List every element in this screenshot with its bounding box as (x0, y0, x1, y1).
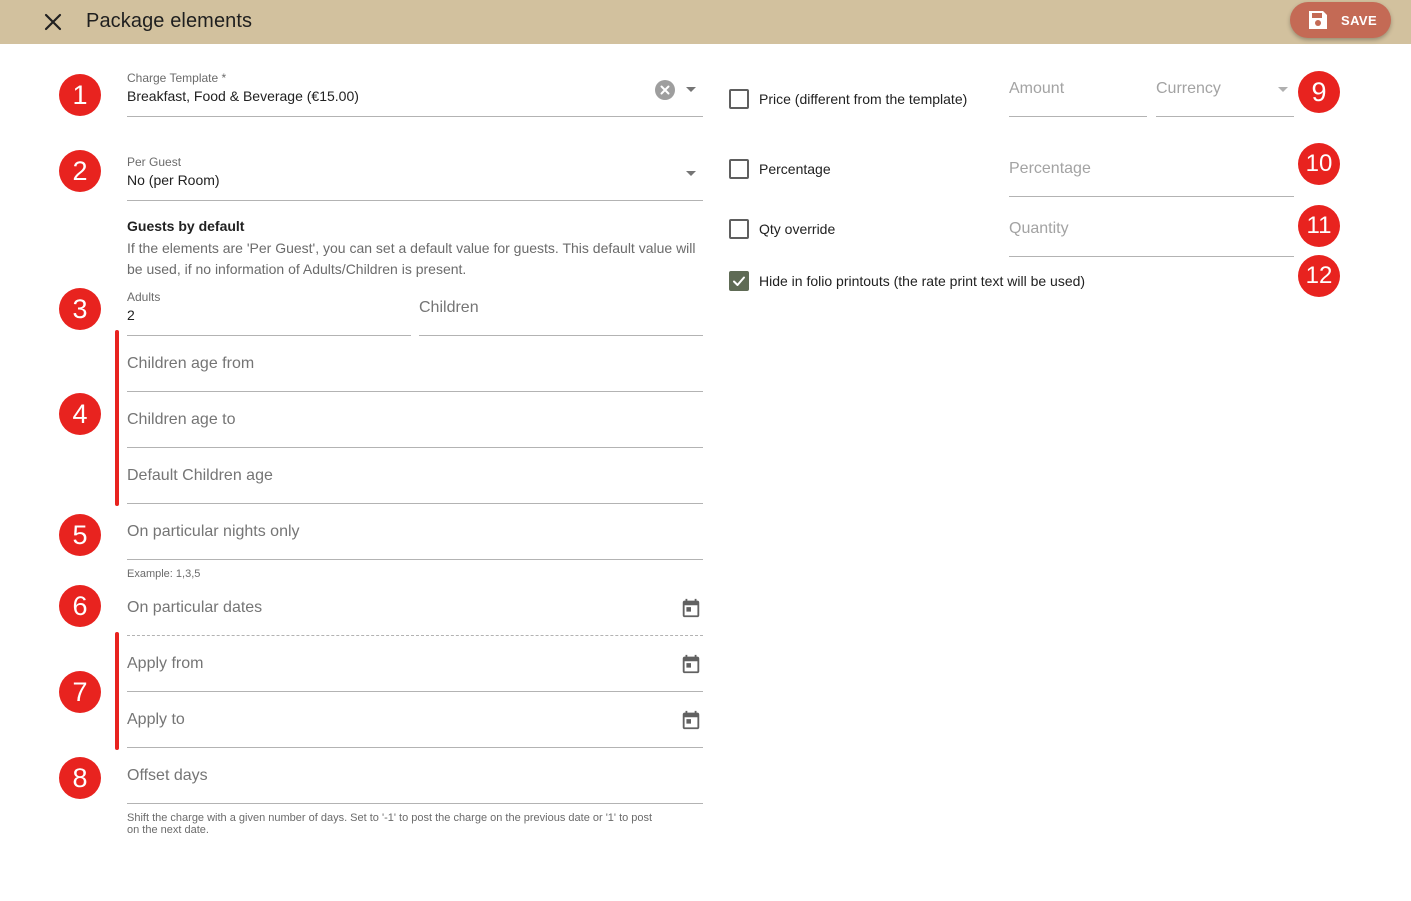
save-button-label: SAVE (1341, 13, 1378, 28)
adults-label: Adults (127, 290, 161, 304)
per-guest-label: Per Guest (127, 155, 182, 169)
marker-badge: 11 (1298, 205, 1340, 247)
qty-override-checkbox-label: Qty override (759, 221, 836, 237)
dropdown-arrow-icon[interactable] (1278, 87, 1288, 92)
marker-badge: 12 (1298, 255, 1340, 297)
currency-select[interactable]: Currency (1156, 68, 1294, 117)
marker-badge: 1 (59, 74, 101, 116)
particular-nights-input[interactable]: On particular nights only (127, 511, 703, 560)
group-bracket-line (115, 330, 119, 506)
offset-days-placeholder: Offset days (127, 767, 208, 784)
charge-template-label: Charge Template * (127, 71, 227, 85)
marker-badge: 8 (59, 757, 101, 799)
dropdown-arrow-icon[interactable] (686, 171, 696, 176)
marker-badge: 5 (59, 514, 101, 556)
calendar-icon[interactable] (680, 709, 702, 731)
guests-default-help-line: be used, if no information of Adults/Chi… (127, 261, 467, 277)
calendar-icon[interactable] (680, 597, 702, 619)
price-checkbox-label: Price (different from the template) (759, 91, 968, 107)
children-age-to-input[interactable]: Children age to (127, 399, 703, 448)
top-bar: Package elements SAVE (0, 0, 1411, 44)
per-guest-select[interactable]: Per Guest No (per Room) (127, 152, 703, 201)
qty-override-checkbox[interactable] (729, 219, 749, 239)
children-age-to-placeholder: Children age to (127, 411, 236, 428)
apply-from-input[interactable]: Apply from (127, 643, 703, 692)
quantity-input[interactable]: Quantity (1009, 208, 1294, 257)
percentage-placeholder: Percentage (1009, 160, 1091, 177)
particular-dates-input[interactable]: On particular dates (127, 587, 703, 636)
apply-to-placeholder: Apply to (127, 711, 185, 728)
price-checkbox[interactable] (729, 89, 749, 109)
default-children-age-input[interactable]: Default Children age (127, 455, 703, 504)
marker-badge: 6 (59, 585, 101, 627)
charge-template-select[interactable]: Charge Template * Breakfast, Food & Beve… (127, 68, 703, 117)
adults-input[interactable]: Adults 2 (127, 287, 411, 336)
group-bracket-line (115, 632, 119, 750)
percentage-checkbox[interactable] (729, 159, 749, 179)
amount-placeholder: Amount (1009, 80, 1065, 97)
offset-days-input[interactable]: Offset days (127, 755, 703, 804)
marker-badge: 10 (1298, 143, 1340, 185)
guests-default-help-line: If the elements are 'Per Guest', you can… (127, 240, 696, 256)
marker-badge: 2 (59, 150, 101, 192)
dropdown-arrow-icon[interactable] (686, 87, 696, 92)
check-icon (733, 276, 745, 286)
calendar-icon[interactable] (680, 653, 702, 675)
particular-nights-hint: Example: 1,3,5 (127, 568, 201, 580)
hide-folio-checkbox-label: Hide in folio printouts (the rate print … (759, 273, 1086, 289)
currency-placeholder: Currency (1156, 80, 1221, 97)
children-age-from-input[interactable]: Children age from (127, 343, 703, 392)
children-placeholder: Children (419, 299, 479, 316)
default-children-age-placeholder: Default Children age (127, 467, 273, 484)
apply-to-input[interactable]: Apply to (127, 699, 703, 748)
charge-template-value: Breakfast, Food & Beverage (€15.00) (127, 88, 359, 104)
amount-input[interactable]: Amount (1009, 68, 1147, 117)
guests-by-default-heading: Guests by default (127, 218, 245, 234)
marker-badge: 4 (59, 393, 101, 435)
clear-circle-icon[interactable] (655, 80, 675, 100)
marker-badge: 7 (59, 671, 101, 713)
children-input[interactable]: Children (419, 287, 703, 336)
quantity-placeholder: Quantity (1009, 220, 1069, 237)
offset-days-hint-line: on the next date. (127, 824, 209, 836)
marker-badge: 3 (59, 288, 101, 330)
page-title: Package elements (86, 10, 253, 32)
marker-badge: 9 (1298, 71, 1340, 113)
close-icon[interactable] (40, 9, 66, 35)
apply-from-placeholder: Apply from (127, 655, 204, 672)
particular-nights-placeholder: On particular nights only (127, 523, 300, 540)
save-button[interactable]: SAVE (1290, 2, 1391, 38)
floppy-disk-icon (1309, 11, 1327, 29)
percentage-checkbox-label: Percentage (759, 161, 831, 177)
percentage-input[interactable]: Percentage (1009, 148, 1294, 197)
per-guest-value: No (per Room) (127, 172, 220, 188)
children-age-from-placeholder: Children age from (127, 355, 255, 372)
offset-days-hint-line: Shift the charge with a given number of … (127, 812, 653, 824)
adults-value: 2 (127, 307, 135, 323)
particular-dates-placeholder: On particular dates (127, 599, 263, 616)
hide-folio-checkbox[interactable] (729, 271, 749, 291)
